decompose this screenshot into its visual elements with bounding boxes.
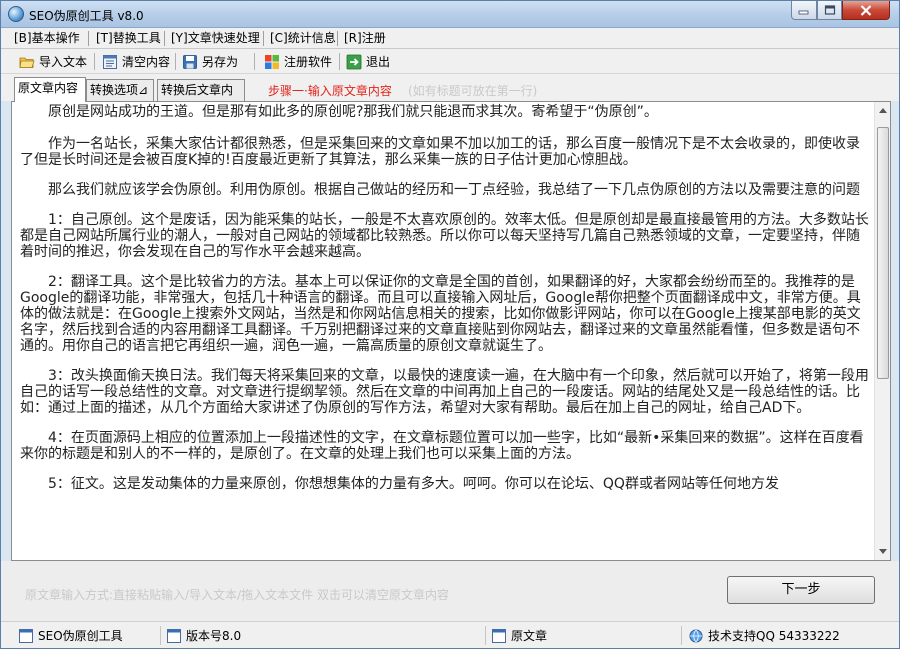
step-hint: (如有标题可放在第一行) <box>408 84 538 98</box>
status-app-name-label: SEO伪原创工具 <box>38 629 123 643</box>
article-paragraph: 作为一名站长，采集大家估计都很熟悉，但是采集回来的文章如果不加以加工的话，那么百… <box>20 136 860 168</box>
window-icon <box>492 628 506 643</box>
status-support-label: 技术支持QQ 54333222 <box>708 629 840 643</box>
register-windows-icon <box>265 54 279 69</box>
toolbar-divider <box>175 53 176 70</box>
status-app-name: SEO伪原创工具 <box>19 627 123 644</box>
clear-document-icon <box>103 54 117 69</box>
window-icon <box>167 628 181 643</box>
scroll-up-button[interactable] <box>875 102 891 119</box>
title-bar[interactable]: SEO伪原创工具 v8.0 <box>1 1 899 28</box>
status-divider <box>485 626 486 645</box>
status-support: 技术支持QQ 54333222 <box>689 627 840 644</box>
menu-divider <box>337 31 338 46</box>
menu-statistics[interactable]: [C]统计信息 <box>267 30 339 47</box>
window-icon <box>19 628 33 643</box>
next-step-button[interactable]: 下一步 <box>727 576 875 604</box>
scroll-down-button[interactable] <box>875 543 891 560</box>
tab-strip: 原文章内容 转换选项⊿ 转换后文章内容 步骤一·输入原文章内容 (如有标题可放在… <box>1 74 899 117</box>
article-paragraph: 原创是网站成功的王道。但是那有如此多的原创呢?那我们就只能退而求其次。寄希望于“… <box>48 104 658 120</box>
article-paragraph: 1：自己原创。这个是废话，因为能采集的站长，一般是不太喜欢原创的。效率太低。但是… <box>20 212 869 260</box>
minimize-icon <box>798 10 809 15</box>
tab-original-content[interactable]: 原文章内容 <box>14 77 86 102</box>
maximize-icon <box>824 5 835 15</box>
exit-button[interactable]: 退出 <box>346 51 390 72</box>
toolbar-divider <box>94 53 95 70</box>
scrollbar-thumb[interactable] <box>877 127 889 379</box>
menu-divider <box>164 31 165 46</box>
menu-quick-process[interactable]: [Y]文章快速处理 <box>168 30 263 47</box>
chevron-down-icon <box>879 549 887 554</box>
exit-arrow-icon <box>346 54 362 69</box>
input-method-hint: 原文章输入方式:直接粘贴输入/导入文本/拖入文本文件 双击可以清空原文章内容 <box>25 588 449 602</box>
status-bar: SEO伪原创工具 版本号8.0 原文章 技术支持QQ 54333222 <box>1 621 899 648</box>
folder-open-icon <box>19 57 35 68</box>
import-text-button[interactable]: 导入文本 <box>19 51 87 72</box>
minimize-button[interactable] <box>791 1 817 20</box>
save-disk-icon <box>183 54 197 69</box>
register-software-button[interactable]: 注册软件 <box>264 51 332 72</box>
status-mode-label: 原文章 <box>511 629 548 643</box>
status-mode: 原文章 <box>492 627 547 644</box>
support-globe-icon <box>689 629 703 642</box>
exit-label: 退出 <box>366 55 391 69</box>
bottom-area: 原文章输入方式:直接粘贴输入/导入文本/拖入文本文件 双击可以清空原文章内容 下… <box>1 561 899 621</box>
status-version: 版本号8.0 <box>167 627 241 644</box>
window-title: SEO伪原创工具 v8.0 <box>29 9 144 23</box>
article-paragraph: 那么我们就应该学会伪原创。利用伪原创。根据自己做站的经历和一丁点经验，我总结了一… <box>48 182 860 198</box>
menu-divider <box>88 31 89 46</box>
app-window: SEO伪原创工具 v8.0 [B]基本操作 [T]替换工具 [Y]文章快速处理 … <box>0 0 900 649</box>
menu-register[interactable]: [R]注册 <box>341 30 389 47</box>
chevron-up-icon <box>879 108 887 113</box>
vertical-scrollbar[interactable] <box>874 102 890 560</box>
article-paragraph: 4：在页面源码上相应的位置添加上一段描述性的文字，在文章标题位置可以加一些字，比… <box>20 430 864 462</box>
register-software-label: 注册软件 <box>284 55 333 69</box>
clear-content-button[interactable]: 清空内容 <box>102 51 170 72</box>
editor-panel: 原创是网站成功的王道。但是那有如此多的原创呢?那我们就只能退而求其次。寄希望于“… <box>11 101 891 561</box>
menu-bar: [B]基本操作 [T]替换工具 [Y]文章快速处理 [C]统计信息 [R]注册 <box>1 28 899 49</box>
import-text-label: 导入文本 <box>39 55 88 69</box>
toolbar: 导入文本 清空内容 另存为 注册软件 退出 <box>1 49 899 74</box>
clear-content-label: 清空内容 <box>122 55 171 69</box>
article-paragraph: 2：翻译工具。这个是比较省力的方法。基本上可以保证你的文章是全国的首创，如果翻译… <box>20 274 861 354</box>
close-icon <box>860 4 872 16</box>
status-divider <box>681 626 682 645</box>
article-textarea[interactable]: 原创是网站成功的王道。但是那有如此多的原创呢?那我们就只能退而求其次。寄希望于“… <box>12 102 874 560</box>
maximize-button[interactable] <box>817 1 842 20</box>
article-paragraph: 3：改头换面偷天换日法。我们每天将采集回来的文章，以最快的速度读一遍，在大脑中有… <box>20 368 869 416</box>
status-version-label: 版本号8.0 <box>186 629 242 643</box>
close-button[interactable] <box>842 1 890 20</box>
article-paragraph: 5：征文。这是发动集体的力量来原创，你想想集体的力量有多大。呵呵。你可以在论坛、… <box>48 476 779 492</box>
app-logo-icon <box>8 6 24 22</box>
tab-converted-content[interactable]: 转换后文章内容 <box>157 79 245 117</box>
menu-replace-tools[interactable]: [T]替换工具 <box>93 30 164 47</box>
menu-basic-operations[interactable]: [B]基本操作 <box>11 30 83 47</box>
status-divider <box>160 626 161 645</box>
save-as-label: 另存为 <box>202 55 239 69</box>
save-as-button[interactable]: 另存为 <box>182 51 238 72</box>
toolbar-divider <box>339 53 340 70</box>
toolbar-divider <box>254 53 255 70</box>
step-label: 步骤一·输入原文章内容 <box>268 84 392 98</box>
menu-divider <box>263 31 264 46</box>
tab-convert-options[interactable]: 转换选项⊿ <box>86 79 154 101</box>
